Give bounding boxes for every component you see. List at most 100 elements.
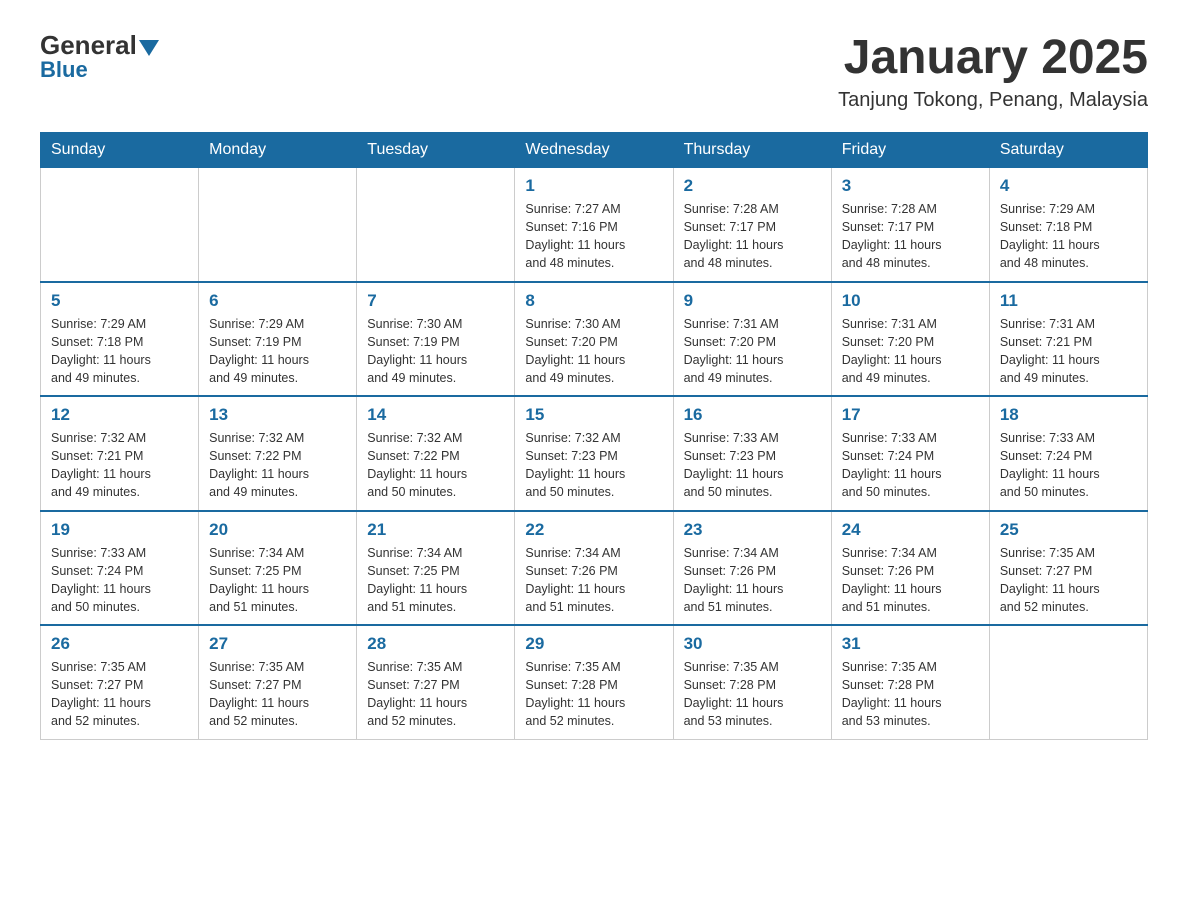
day-info: Sunrise: 7:31 AMSunset: 7:21 PMDaylight:… — [1000, 315, 1137, 388]
calendar-cell: 10 Sunrise: 7:31 AMSunset: 7:20 PMDayligh… — [831, 282, 989, 397]
day-info: Sunrise: 7:27 AMSunset: 7:16 PMDaylight:… — [525, 200, 662, 273]
calendar-cell: 7Sunrise: 7:30 AMSunset: 7:19 PMDaylight… — [357, 282, 515, 397]
day-number: 12 — [51, 405, 188, 425]
day-info: Sunrise: 7:34 AMSunset: 7:26 PMDaylight:… — [525, 544, 662, 617]
day-info: Sunrise: 7:29 AMSunset: 7:18 PMDaylight:… — [1000, 200, 1137, 273]
calendar-cell: 5 Sunrise: 7:29 AMSunset: 7:18 PMDaylight… — [41, 282, 199, 397]
calendar-cell: 25Sunrise: 7:35 AMSunset: 7:27 PMDayligh… — [989, 511, 1147, 626]
day-number: 23 — [684, 520, 821, 540]
logo: General Blue — [40, 30, 159, 83]
calendar-cell: 31Sunrise: 7:35 AMSunset: 7:28 PMDayligh… — [831, 625, 989, 739]
day-number: 20 — [209, 520, 346, 540]
day-info: Sunrise: 7:35 AMSunset: 7:28 PMDaylight:… — [842, 658, 979, 731]
day-info: Sunrise: 7:32 AMSunset: 7:22 PMDaylight:… — [367, 429, 504, 502]
calendar-cell: 23 Sunrise: 7:34 AMSunset: 7:26 PMDayligh… — [673, 511, 831, 626]
day-number: 14 — [367, 405, 504, 425]
calendar-cell: 30 Sunrise: 7:35 AMSunset: 7:28 PMDayligh… — [673, 625, 831, 739]
location: Tanjung Tokong, Penang, Malaysia — [838, 89, 1148, 112]
day-number: 2 — [684, 176, 821, 196]
day-info: Sunrise: 7:35 AMSunset: 7:27 PMDaylight:… — [209, 658, 346, 731]
day-number: 6 — [209, 291, 346, 311]
day-info: Sunrise: 7:35 AMSunset: 7:28 PMDaylight:… — [684, 658, 821, 731]
month-title: January 2025 — [838, 30, 1148, 85]
day-info: Sunrise: 7:35 AMSunset: 7:28 PMDaylight:… — [525, 658, 662, 731]
calendar-cell — [199, 168, 357, 282]
day-info: Sunrise: 7:34 AMSunset: 7:25 PMDaylight:… — [367, 544, 504, 617]
day-number: 16 — [684, 405, 821, 425]
calendar-cell: 3 Sunrise: 7:28 AMSunset: 7:17 PMDaylight… — [831, 168, 989, 282]
day-number: 4 — [1000, 176, 1137, 196]
calendar-cell — [41, 168, 199, 282]
weekday-header-monday: Monday — [199, 133, 357, 168]
calendar-cell: 21 Sunrise: 7:34 AMSunset: 7:25 PMDayligh… — [357, 511, 515, 626]
day-info: Sunrise: 7:33 AMSunset: 7:24 PMDaylight:… — [842, 429, 979, 502]
day-number: 22 — [525, 520, 662, 540]
calendar-cell: 26Sunrise: 7:35 AMSunset: 7:27 PMDayligh… — [41, 625, 199, 739]
calendar-cell: 9 Sunrise: 7:31 AMSunset: 7:20 PMDaylight… — [673, 282, 831, 397]
calendar-cell: 18 Sunrise: 7:33 AMSunset: 7:24 PMDayligh… — [989, 396, 1147, 511]
day-number: 29 — [525, 634, 662, 654]
day-info: Sunrise: 7:33 AMSunset: 7:24 PMDaylight:… — [1000, 429, 1137, 502]
weekday-header-friday: Friday — [831, 133, 989, 168]
day-info: Sunrise: 7:34 AMSunset: 7:26 PMDaylight:… — [684, 544, 821, 617]
weekday-header-thursday: Thursday — [673, 133, 831, 168]
day-info: Sunrise: 7:29 AMSunset: 7:18 PMDaylight:… — [51, 315, 188, 388]
calendar-body: 1Sunrise: 7:27 AMSunset: 7:16 PMDaylight… — [41, 168, 1148, 740]
calendar-cell: 24 Sunrise: 7:34 AMSunset: 7:26 PMDayligh… — [831, 511, 989, 626]
calendar-cell: 1Sunrise: 7:27 AMSunset: 7:16 PMDaylight… — [515, 168, 673, 282]
calendar-cell: 12 Sunrise: 7:32 AMSunset: 7:21 PMDayligh… — [41, 396, 199, 511]
day-info: Sunrise: 7:31 AMSunset: 7:20 PMDaylight:… — [842, 315, 979, 388]
day-number: 13 — [209, 405, 346, 425]
calendar-cell: 28Sunrise: 7:35 AMSunset: 7:27 PMDayligh… — [357, 625, 515, 739]
calendar-cell: 4 Sunrise: 7:29 AMSunset: 7:18 PMDaylight… — [989, 168, 1147, 282]
logo-arrow-icon — [139, 40, 159, 56]
calendar-cell — [989, 625, 1147, 739]
calendar-cell: 15 Sunrise: 7:32 AMSunset: 7:23 PMDayligh… — [515, 396, 673, 511]
logo-blue: Blue — [40, 57, 88, 83]
day-info: Sunrise: 7:32 AMSunset: 7:21 PMDaylight:… — [51, 429, 188, 502]
day-number: 17 — [842, 405, 979, 425]
day-info: Sunrise: 7:28 AMSunset: 7:17 PMDaylight:… — [842, 200, 979, 273]
calendar-cell: 27 Sunrise: 7:35 AMSunset: 7:27 PMDayligh… — [199, 625, 357, 739]
day-number: 18 — [1000, 405, 1137, 425]
day-info: Sunrise: 7:30 AMSunset: 7:19 PMDaylight:… — [367, 315, 504, 388]
calendar-cell — [357, 168, 515, 282]
calendar-cell: 20 Sunrise: 7:34 AMSunset: 7:25 PMDayligh… — [199, 511, 357, 626]
day-number: 28 — [367, 634, 504, 654]
day-info: Sunrise: 7:34 AMSunset: 7:25 PMDaylight:… — [209, 544, 346, 617]
day-number: 3 — [842, 176, 979, 196]
day-number: 10 — [842, 291, 979, 311]
calendar-week-4: 19 Sunrise: 7:33 AMSunset: 7:24 PMDayligh… — [41, 511, 1148, 626]
calendar-week-5: 26 Sunrise: 7:35 AMSunset: 7:27 PMDayligh… — [41, 625, 1148, 739]
weekday-header-sunday: Sunday — [41, 133, 199, 168]
weekday-header-row: SundayMondayTuesdayWednesdayThursdayFrid… — [41, 133, 1148, 168]
day-number: 15 — [525, 405, 662, 425]
day-info: Sunrise: 7:33 AMSunset: 7:24 PMDaylight:… — [51, 544, 188, 617]
day-number: 5 — [51, 291, 188, 311]
day-info: Sunrise: 7:32 AMSunset: 7:23 PMDaylight:… — [525, 429, 662, 502]
calendar-cell: 17 Sunrise: 7:33 AMSunset: 7:24 PMDayligh… — [831, 396, 989, 511]
calendar-week-2: 5 Sunrise: 7:29 AMSunset: 7:18 PMDaylight… — [41, 282, 1148, 397]
day-number: 21 — [367, 520, 504, 540]
day-number: 27 — [209, 634, 346, 654]
day-info: Sunrise: 7:32 AMSunset: 7:22 PMDaylight:… — [209, 429, 346, 502]
weekday-header-saturday: Saturday — [989, 133, 1147, 168]
day-number: 8 — [525, 291, 662, 311]
day-number: 30 — [684, 634, 821, 654]
day-info: Sunrise: 7:35 AMSunset: 7:27 PMDaylight:… — [1000, 544, 1137, 617]
day-info: Sunrise: 7:29 AMSunset: 7:19 PMDaylight:… — [209, 315, 346, 388]
day-number: 26 — [51, 634, 188, 654]
day-number: 9 — [684, 291, 821, 311]
day-info: Sunrise: 7:33 AMSunset: 7:23 PMDaylight:… — [684, 429, 821, 502]
weekday-header-tuesday: Tuesday — [357, 133, 515, 168]
day-info: Sunrise: 7:31 AMSunset: 7:20 PMDaylight:… — [684, 315, 821, 388]
day-info: Sunrise: 7:28 AMSunset: 7:17 PMDaylight:… — [684, 200, 821, 273]
weekday-header-wednesday: Wednesday — [515, 133, 673, 168]
day-number: 24 — [842, 520, 979, 540]
calendar-cell: 2 Sunrise: 7:28 AMSunset: 7:17 PMDaylight… — [673, 168, 831, 282]
calendar-header: SundayMondayTuesdayWednesdayThursdayFrid… — [41, 133, 1148, 168]
calendar-week-3: 12 Sunrise: 7:32 AMSunset: 7:21 PMDayligh… — [41, 396, 1148, 511]
title-section: January 2025 Tanjung Tokong, Penang, Mal… — [838, 30, 1148, 112]
day-info: Sunrise: 7:34 AMSunset: 7:26 PMDaylight:… — [842, 544, 979, 617]
day-number: 19 — [51, 520, 188, 540]
